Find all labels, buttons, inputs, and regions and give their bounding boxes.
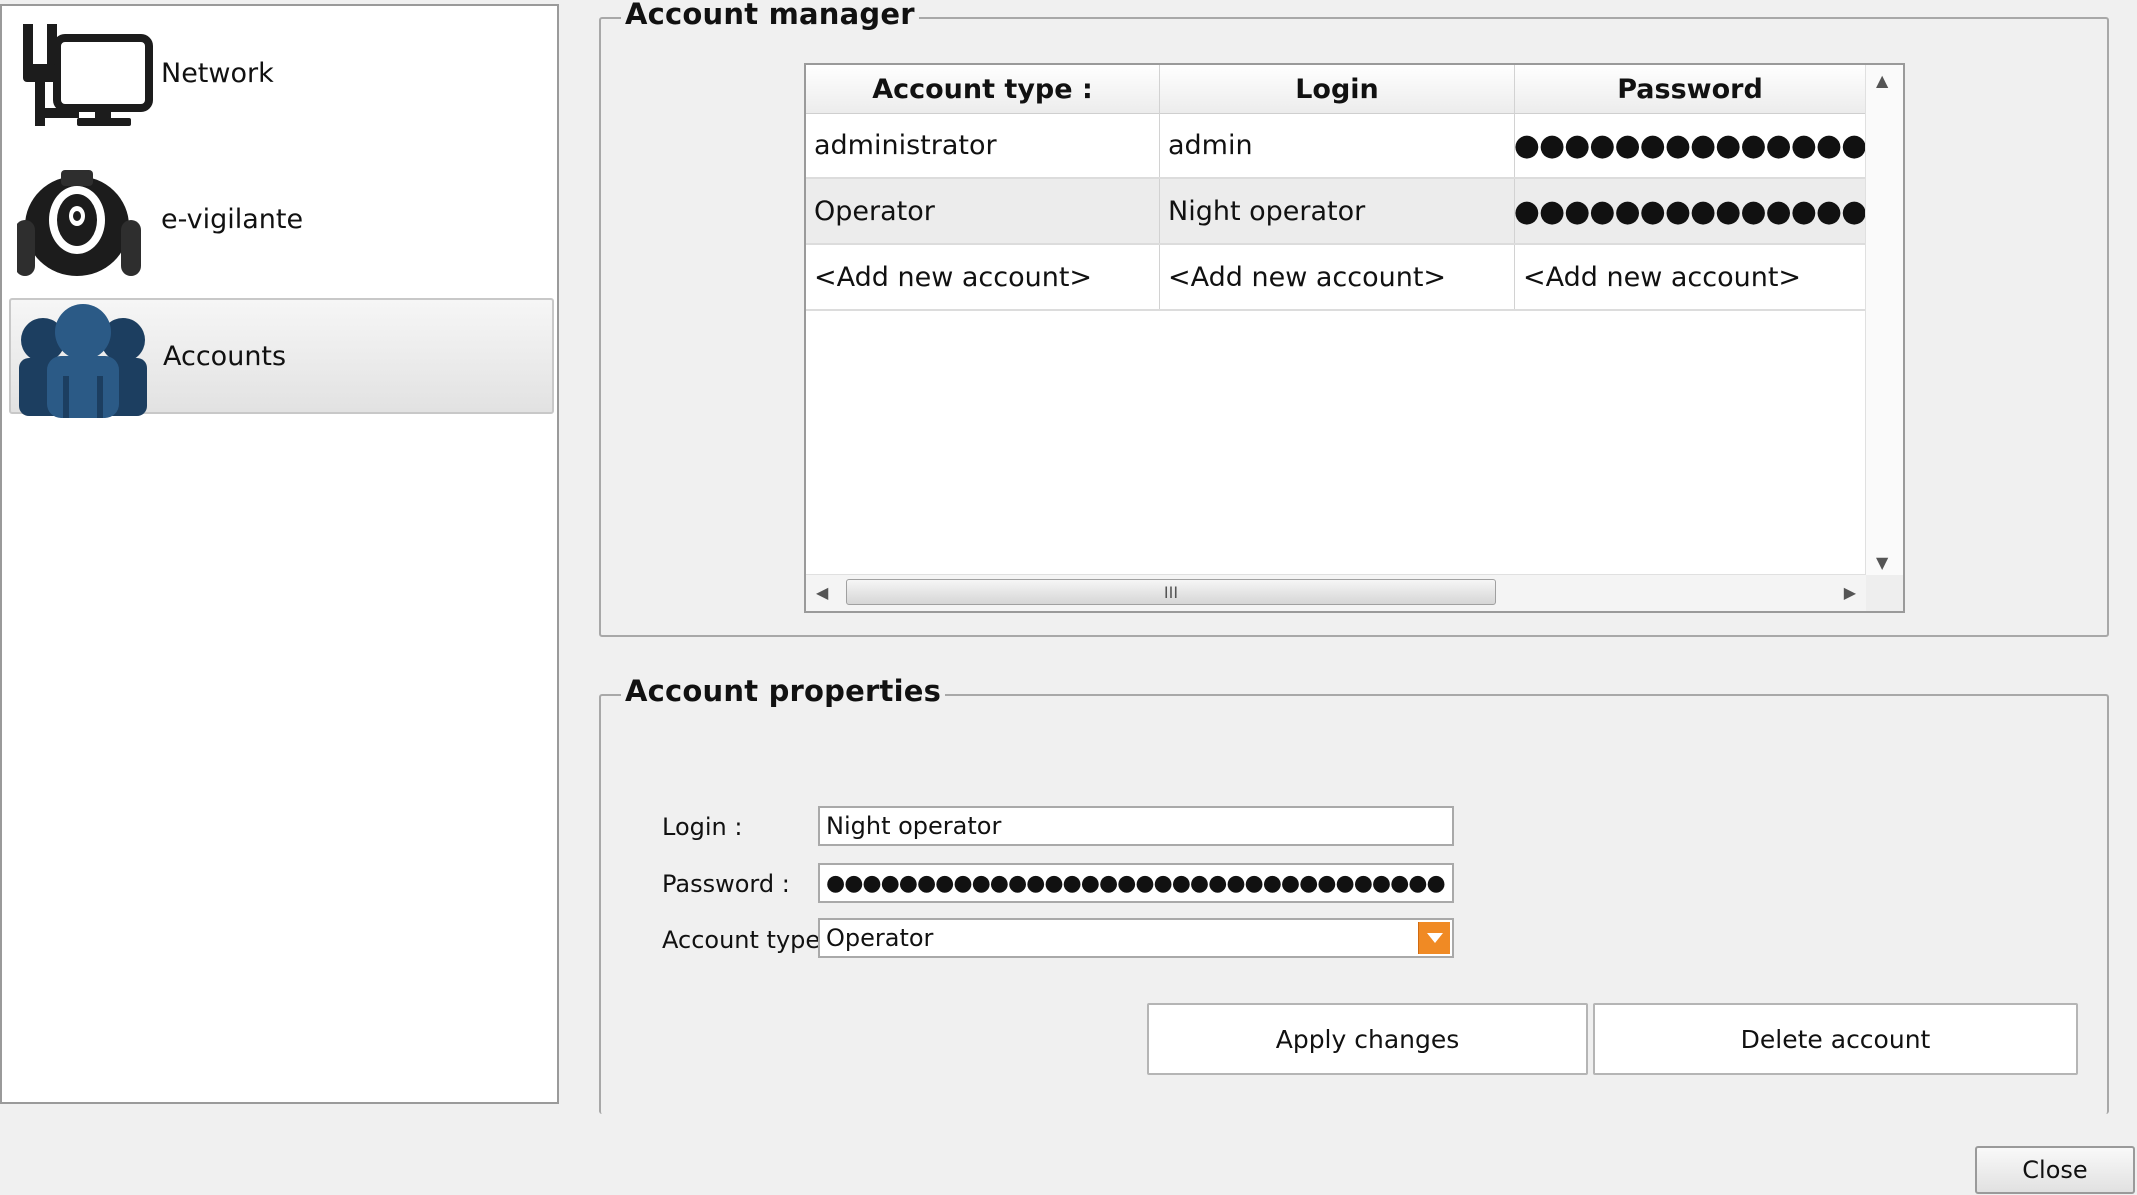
table-header: Account type : Login Password (806, 65, 1866, 114)
delete-account-button[interactable]: Delete account (1593, 1003, 2078, 1075)
scroll-up-icon[interactable]: ▲ (1876, 73, 1888, 89)
scroll-right-icon[interactable]: ▶ (1844, 585, 1856, 601)
table-row[interactable]: <Add new account> <Add new account> <Add… (806, 245, 1866, 311)
sidebar-item-network[interactable]: Network (9, 8, 554, 138)
horizontal-scrollbar[interactable]: ◀ III ▶ (806, 574, 1866, 611)
sidebar-item-accounts[interactable]: Accounts (9, 298, 554, 418)
account-properties-title: Account properties (621, 674, 946, 708)
robot-camera-icon (17, 170, 141, 276)
account-manager-title: Account manager (621, 0, 919, 31)
sidebar-item-label: Network (161, 57, 274, 89)
account-type-value: Operator (826, 924, 934, 952)
vertical-scrollbar[interactable]: ▲ ▼ (1865, 65, 1903, 577)
password-field[interactable]: ●●●●●●●●●●●●●●●●●●●●●●●●●●●●●●●●●● (818, 863, 1454, 903)
dropdown-button[interactable] (1418, 922, 1450, 954)
table-row[interactable]: Operator Night operator ●●●●●●●●●●●●●●●● (806, 179, 1866, 245)
accounts-table: Account type : Login Password administra… (804, 63, 1905, 613)
account-type-label: Account type (662, 926, 821, 954)
scroll-left-icon[interactable]: ◀ (816, 585, 828, 601)
table-cell[interactable]: ●●●●●●●●●●●●●●●● (1515, 113, 1866, 177)
login-field[interactable]: Night operator (818, 806, 1454, 846)
apply-changes-button[interactable]: Apply changes (1147, 1003, 1588, 1075)
close-button[interactable]: Close (1975, 1146, 2135, 1194)
column-header-account-type[interactable]: Account type : (806, 65, 1160, 113)
column-header-password[interactable]: Password (1515, 65, 1866, 113)
scrollbar-grip: III (1163, 582, 1179, 602)
account-type-select[interactable]: Operator (818, 918, 1454, 958)
network-computer-icon (23, 24, 153, 126)
table-cell[interactable]: ●●●●●●●●●●●●●●●● (1515, 179, 1866, 243)
table-cell[interactable]: <Add new account> (1160, 245, 1515, 309)
table-cell[interactable]: <Add new account> (1515, 245, 1866, 309)
table-cell[interactable]: Night operator (1160, 179, 1515, 243)
table-cell[interactable]: Operator (806, 179, 1160, 243)
chevron-down-icon (1426, 933, 1443, 943)
scrollbar-corner (1866, 575, 1903, 611)
table-row[interactable]: administrator admin ●●●●●●●●●●●●●●●● (806, 113, 1866, 179)
users-icon (19, 304, 147, 418)
column-header-login[interactable]: Login (1160, 65, 1515, 113)
password-label: Password : (662, 870, 790, 898)
sidebar-item-label: e-vigilante (161, 203, 304, 235)
sidebar-item-e-vigilante[interactable]: e-vigilante (9, 154, 554, 284)
table-cell[interactable]: admin (1160, 113, 1515, 177)
scrollbar-thumb[interactable]: III (846, 579, 1496, 605)
sidebar: Network e-vigilante Accounts (0, 4, 559, 1104)
table-cell[interactable]: administrator (806, 113, 1160, 177)
table-cell[interactable]: <Add new account> (806, 245, 1160, 309)
login-label: Login : (662, 813, 743, 841)
sidebar-item-label: Accounts (163, 340, 287, 372)
scroll-down-icon[interactable]: ▼ (1876, 555, 1888, 571)
